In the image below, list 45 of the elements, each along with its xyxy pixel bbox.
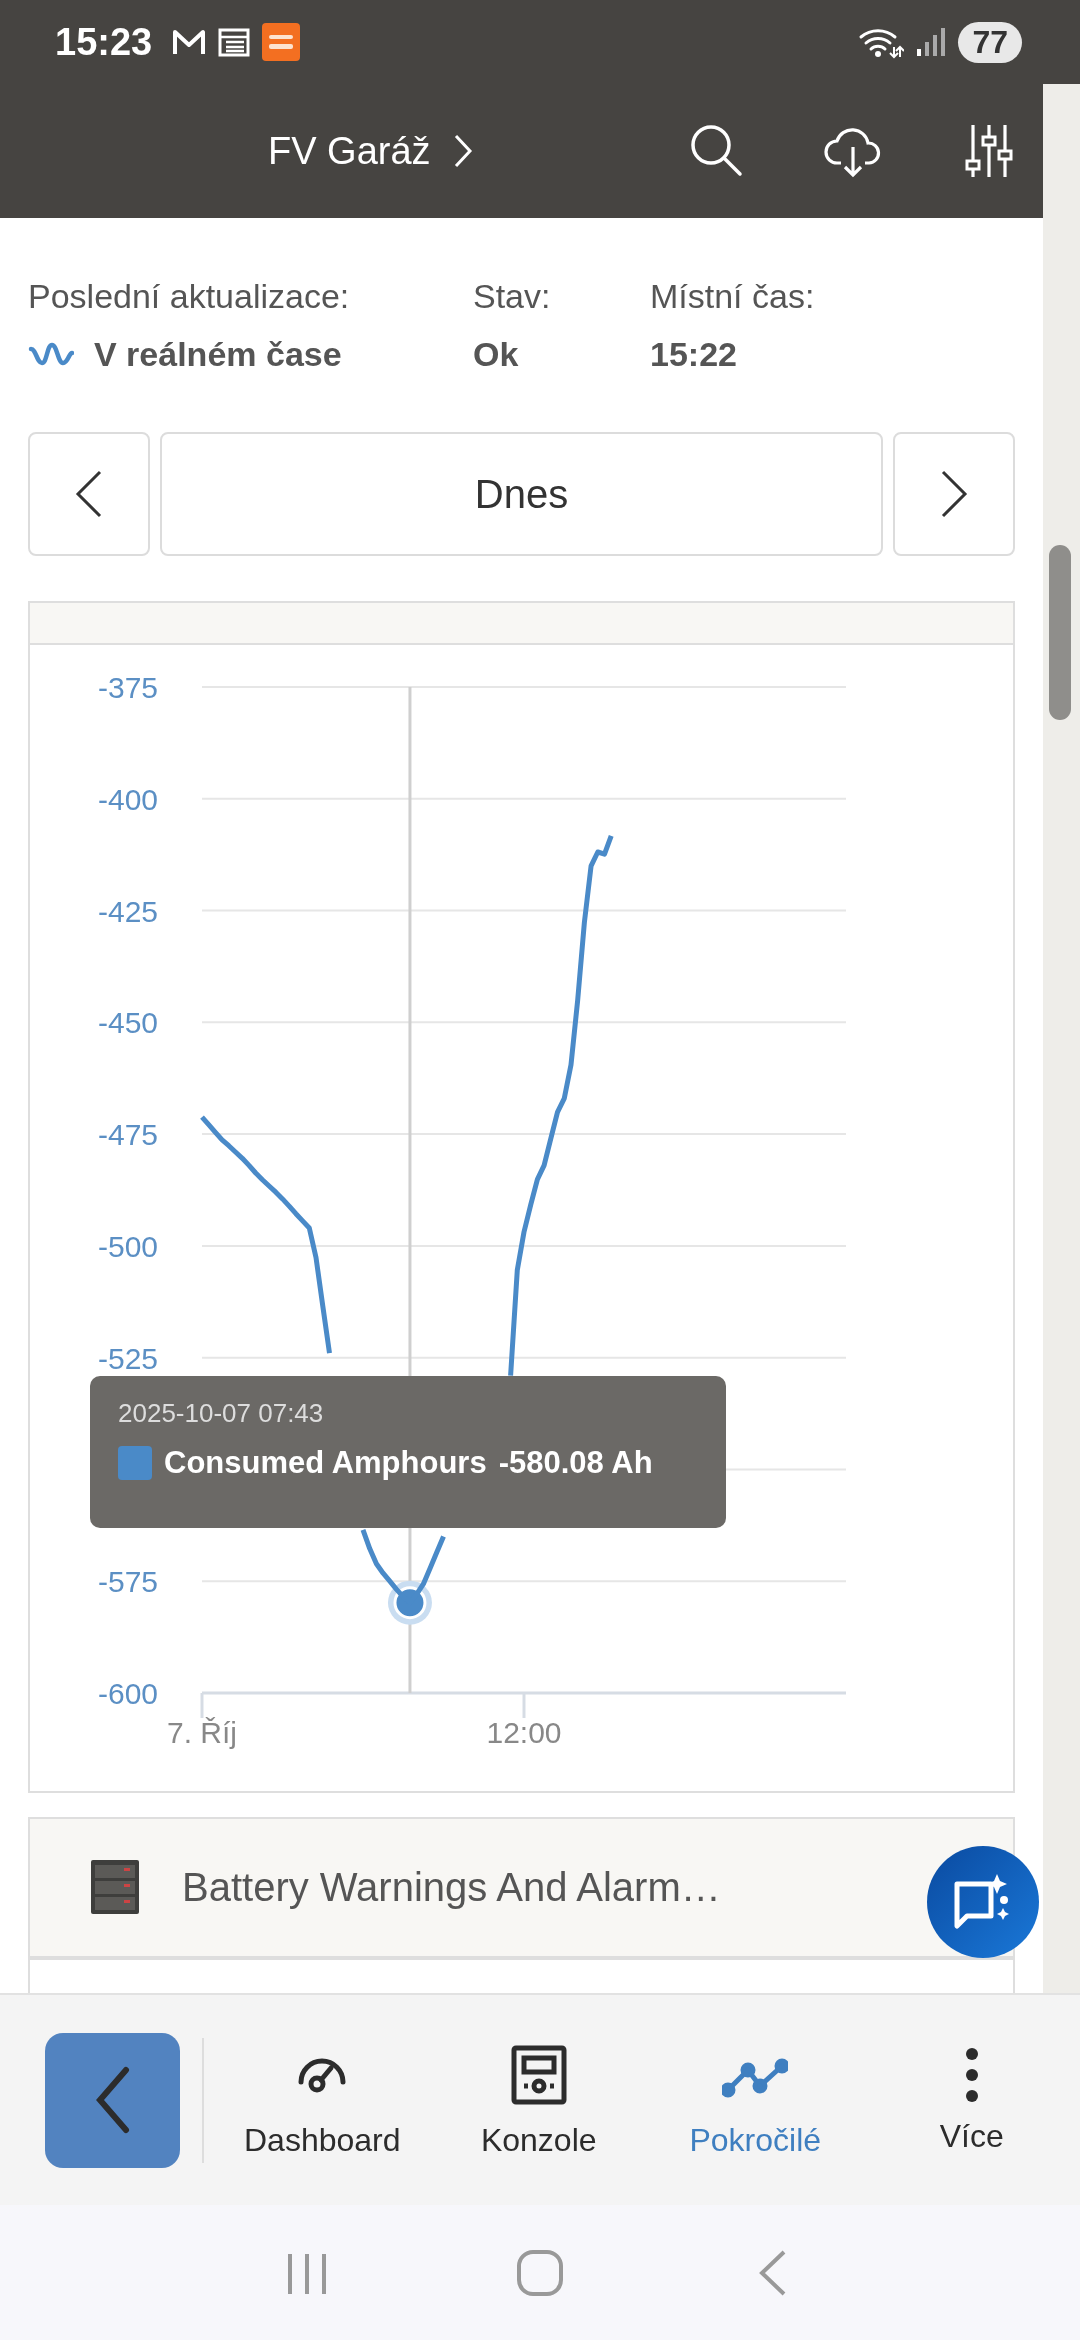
- clock-time: 15:23: [55, 20, 153, 64]
- site-title-button[interactable]: FV Garáž: [268, 129, 473, 173]
- date-range-button[interactable]: Dnes: [160, 432, 883, 556]
- wave-icon: [28, 341, 74, 367]
- info-value: V reálném čase: [94, 334, 342, 374]
- info-label: Poslední aktualizace:: [28, 276, 351, 316]
- previous-day-button[interactable]: [28, 432, 150, 556]
- info-label: Stav:: [473, 276, 552, 316]
- nav-tab[interactable]: Pokročilé: [647, 2041, 864, 2159]
- x-axis-label: 12:00: [486, 1716, 562, 1749]
- nav-tab[interactable]: Více: [863, 2045, 1080, 2155]
- info-value: Ok: [473, 334, 519, 374]
- signal-icon: [916, 27, 947, 57]
- y-axis-label: -425: [97, 894, 158, 928]
- back-button[interactable]: [45, 2032, 180, 2168]
- y-axis-label: -475: [97, 1118, 158, 1152]
- calendar-icon: [218, 27, 251, 57]
- chevron-right-icon: [452, 133, 473, 169]
- panel-header[interactable]: Battery Warnings And Alarm…: [28, 1817, 1015, 1958]
- mail-icon: [172, 27, 207, 57]
- app-icon: [262, 23, 301, 61]
- y-axis-label: -600: [97, 1677, 158, 1710]
- nav-tab[interactable]: Dashboard: [214, 2041, 431, 2159]
- y-axis-label: -400: [97, 782, 158, 816]
- panel-title: Battery Warnings And Alarm…: [182, 1865, 721, 1910]
- scrollbar-thumb[interactable]: [1049, 545, 1071, 720]
- home-icon[interactable]: [515, 2247, 565, 2298]
- x-axis-label: 7. Říj: [167, 1716, 237, 1749]
- next-day-button[interactable]: [893, 432, 1015, 556]
- battery-cabinet-icon: [90, 1858, 140, 1917]
- battery-level: 77: [958, 21, 1022, 63]
- y-axis-label: -575: [97, 1565, 158, 1599]
- y-axis-label: -375: [97, 671, 158, 704]
- y-axis-label: -450: [97, 1006, 158, 1040]
- info-value: 15:22: [650, 334, 737, 374]
- chevron-right-icon: [939, 469, 969, 519]
- hover-point: [387, 1580, 432, 1625]
- y-axis-label: -500: [97, 1229, 158, 1263]
- nav-tab[interactable]: Konzole: [430, 2041, 647, 2159]
- info-label: Místní čas:: [650, 276, 815, 316]
- chevron-left-icon: [74, 469, 104, 519]
- tooltip-value: -580.08 Ah: [498, 1445, 653, 1481]
- tooltip-time: 2025-10-07 07:43: [118, 1398, 325, 1429]
- y-axis-label: -525: [97, 1341, 158, 1375]
- tooltip-series-name: Consumed Amphours: [164, 1445, 487, 1481]
